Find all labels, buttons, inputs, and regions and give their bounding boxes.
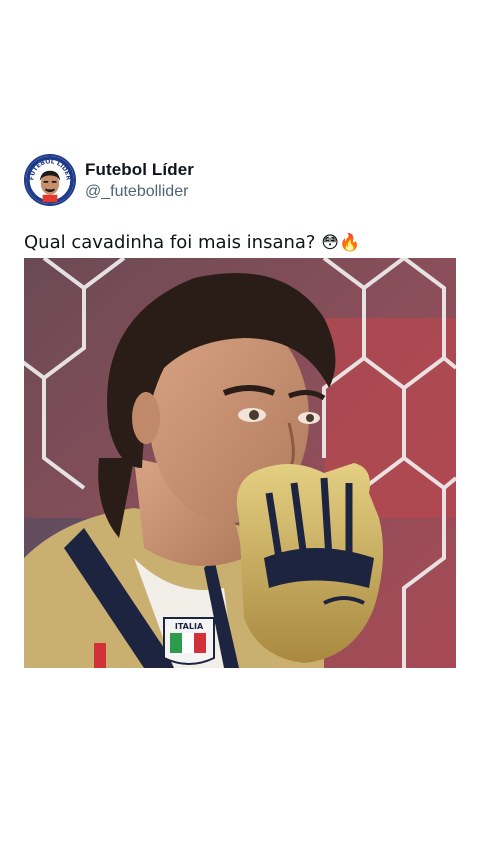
author-names: Futebol Líder @_futebollider	[85, 160, 194, 201]
jersey-badge-text: ITALIA	[175, 622, 204, 631]
author-handle[interactable]: @_futebollider	[85, 183, 194, 201]
goalkeeper-photo: ITALIA	[24, 258, 456, 668]
caption-text: Qual cavadinha foi mais insana?	[24, 232, 316, 253]
cartoon-person-avatar-icon: FUTEBOL LÍDER	[26, 156, 74, 204]
author-display-name[interactable]: Futebol Líder	[85, 160, 194, 180]
author-avatar[interactable]: FUTEBOL LÍDER	[24, 154, 76, 206]
tweet-card: FUTEBOL LÍDER Futebol Líder @_futebollid…	[0, 0, 480, 854]
tweet-media-photo[interactable]: ITALIA	[24, 258, 456, 668]
tweet-caption: Qual cavadinha foi mais insana? 😳🔥	[24, 232, 360, 253]
caption-emojis: 😳🔥	[321, 233, 361, 253]
tweet-header: FUTEBOL LÍDER Futebol Líder @_futebollid…	[24, 154, 194, 206]
